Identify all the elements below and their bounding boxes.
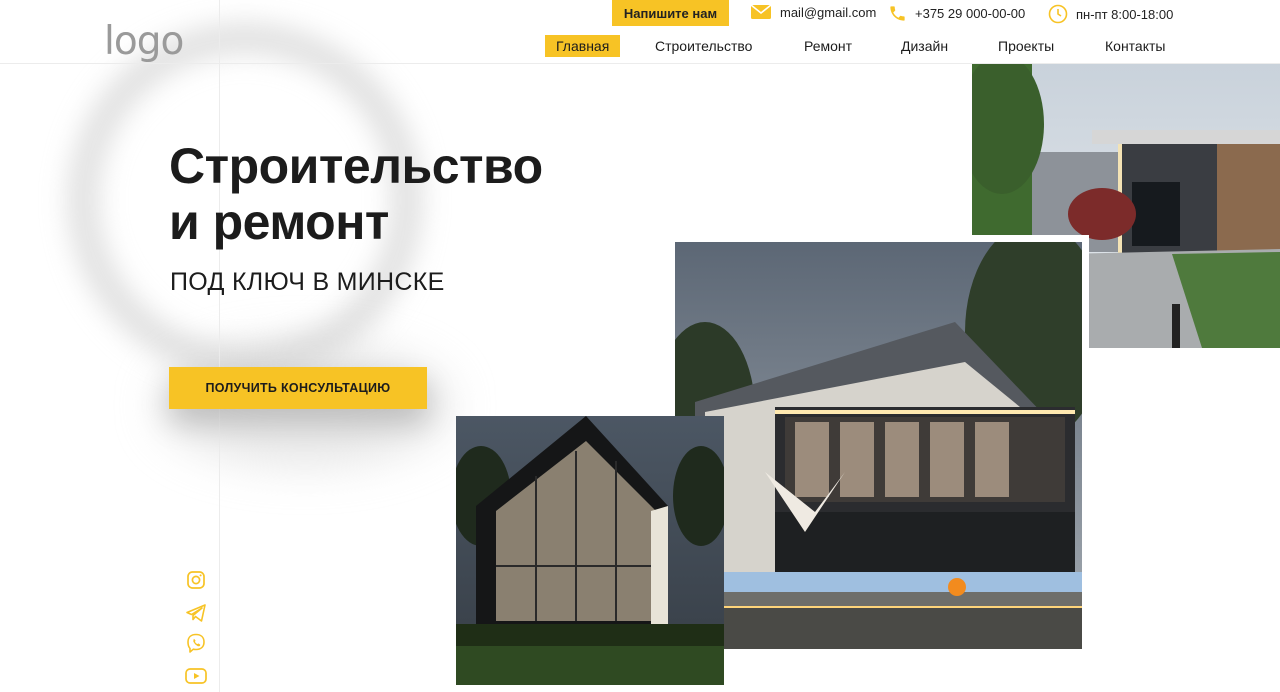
viber-icon[interactable] bbox=[185, 632, 207, 654]
email-text: mail@gmail.com bbox=[780, 4, 877, 20]
consultation-button[interactable]: ПОЛУЧИТЬ КОНСУЛЬТАЦИЮ bbox=[169, 367, 427, 409]
phone-contact[interactable]: +375 29 000-00-00 bbox=[888, 4, 1025, 23]
nav-item-projects[interactable]: Проекты bbox=[998, 35, 1054, 57]
nav-item-design[interactable]: Дизайн bbox=[901, 35, 948, 57]
nav-item-contacts[interactable]: Контакты bbox=[1105, 35, 1165, 57]
photo-house-evening bbox=[668, 235, 1089, 655]
hero-subtitle: ПОД КЛЮЧ В МИНСКЕ bbox=[170, 268, 445, 296]
logo[interactable]: logo bbox=[104, 22, 184, 61]
email-contact[interactable]: mail@gmail.com bbox=[750, 4, 876, 20]
youtube-icon[interactable] bbox=[185, 665, 207, 687]
write-us-button[interactable]: Напишите нам bbox=[612, 0, 729, 26]
telegram-icon[interactable] bbox=[185, 602, 207, 624]
clock-icon bbox=[1048, 4, 1068, 24]
hours-text: пн-пт 8:00-18:00 bbox=[1076, 6, 1174, 22]
hero-title-line1: Строительство bbox=[169, 138, 543, 194]
hours-contact: пн-пт 8:00-18:00 bbox=[1048, 4, 1173, 24]
nav-item-repair[interactable]: Ремонт bbox=[804, 35, 852, 57]
phone-text: +375 29 000-00-00 bbox=[915, 6, 1026, 21]
photo-house-gable bbox=[456, 416, 724, 685]
phone-icon bbox=[890, 6, 905, 21]
nav-item-home[interactable]: Главная bbox=[545, 35, 621, 57]
instagram-icon[interactable] bbox=[185, 569, 207, 591]
hero-title-line2: и ремонт bbox=[169, 194, 389, 250]
mail-icon bbox=[750, 4, 772, 19]
hero-title: Строительство и ремонт bbox=[169, 138, 629, 250]
nav-item-construction[interactable]: Строительство bbox=[655, 35, 752, 57]
vertical-divider bbox=[219, 0, 220, 692]
